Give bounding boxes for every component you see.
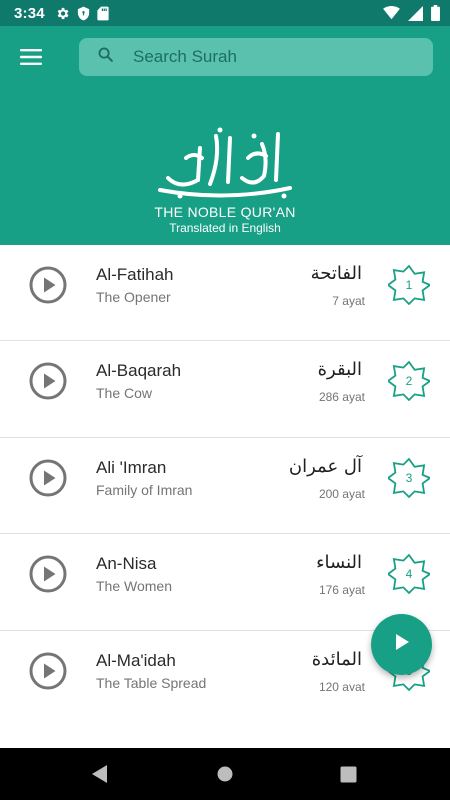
app-header: THE NOBLE QUR'AN Translated in English [0,26,450,245]
signal-icon [408,5,423,21]
surah-row[interactable]: Ali 'Imran Family of Imran آل عمران 200 … [0,437,450,535]
surah-name: Ali 'Imran [96,457,167,477]
surah-ayat-count: 286 ayat [318,390,365,405]
surah-translation: The Women [96,578,172,595]
surah-number-badge: 1 [386,264,432,306]
surah-name: Al-Ma'idah [96,650,176,670]
play-all-fab[interactable] [371,614,432,675]
sd-card-icon [97,6,109,21]
surah-translation: The Cow [96,385,153,402]
surah-number-badge: 2 [386,360,432,402]
surah-row[interactable]: Al-Baqarah The Cow البقرة 286 ayat 2 [0,341,450,438]
shield-icon [77,6,90,21]
surah-row[interactable]: An-Nisa The Women النساء 176 ayat 4 [0,534,450,631]
surah-translation: The Table Spread [96,674,207,691]
app-logo: THE NOBLE QUR'AN Translated in English [0,118,450,235]
search-input[interactable] [133,47,403,67]
gear-icon [55,6,70,21]
surah-ayat-count: 200 ayat [318,486,365,501]
back-icon[interactable] [91,764,109,789]
search-bar[interactable] [79,38,433,76]
home-icon[interactable] [216,764,234,789]
recents-icon[interactable] [340,766,357,788]
surah-arabic-name: آل عمران [288,455,362,477]
surah-translation: Family of Imran [96,481,193,498]
surah-number-badge: 4 [386,553,432,595]
hamburger-menu-icon [20,48,42,70]
play-circle-icon[interactable] [28,361,68,401]
system-nav-bar [0,748,450,800]
surah-name: An-Nisa [96,554,157,574]
play-circle-icon[interactable] [28,265,68,305]
menu-button[interactable] [16,44,46,74]
status-left-icons [55,6,109,21]
surah-number: 3 [405,470,413,485]
surah-arabic-name: المائدة [311,648,362,670]
app-subtitle: Translated in English [169,221,281,235]
surah-arabic-name: البقرة [317,359,362,381]
app-title: THE NOBLE QUR'AN [154,204,296,220]
search-icon [97,46,114,68]
status-bar: 3:34 [0,0,450,26]
surah-arabic-name: الفاتحة [310,263,362,284]
play-circle-icon[interactable] [28,651,68,691]
quran-calligraphy-logo [150,118,300,208]
surah-arabic-name: النساء [316,552,362,574]
wifi-icon [383,6,400,20]
play-circle-icon[interactable] [28,458,68,498]
surah-translation: The Opener [96,289,171,305]
surah-ayat-count: 7 ayat [332,294,365,308]
battery-icon [431,5,440,21]
surah-number: 4 [405,567,413,582]
surah-name: Al-Baqarah [96,361,182,381]
status-right-icons [383,5,440,21]
surah-row[interactable]: Al-Fatihah The Opener الفاتحة 7 ayat 1 [0,245,450,342]
surah-ayat-count: 120 ayat [318,679,365,691]
play-icon [394,633,410,656]
surah-ayat-count: 176 ayat [318,583,365,598]
surah-number: 1 [405,278,413,292]
play-circle-icon[interactable] [28,554,68,594]
surah-number: 2 [405,374,413,389]
status-time: 3:34 [14,4,45,22]
surah-name: Al-Fatihah [96,265,174,284]
surah-number-badge: 3 [386,457,432,499]
